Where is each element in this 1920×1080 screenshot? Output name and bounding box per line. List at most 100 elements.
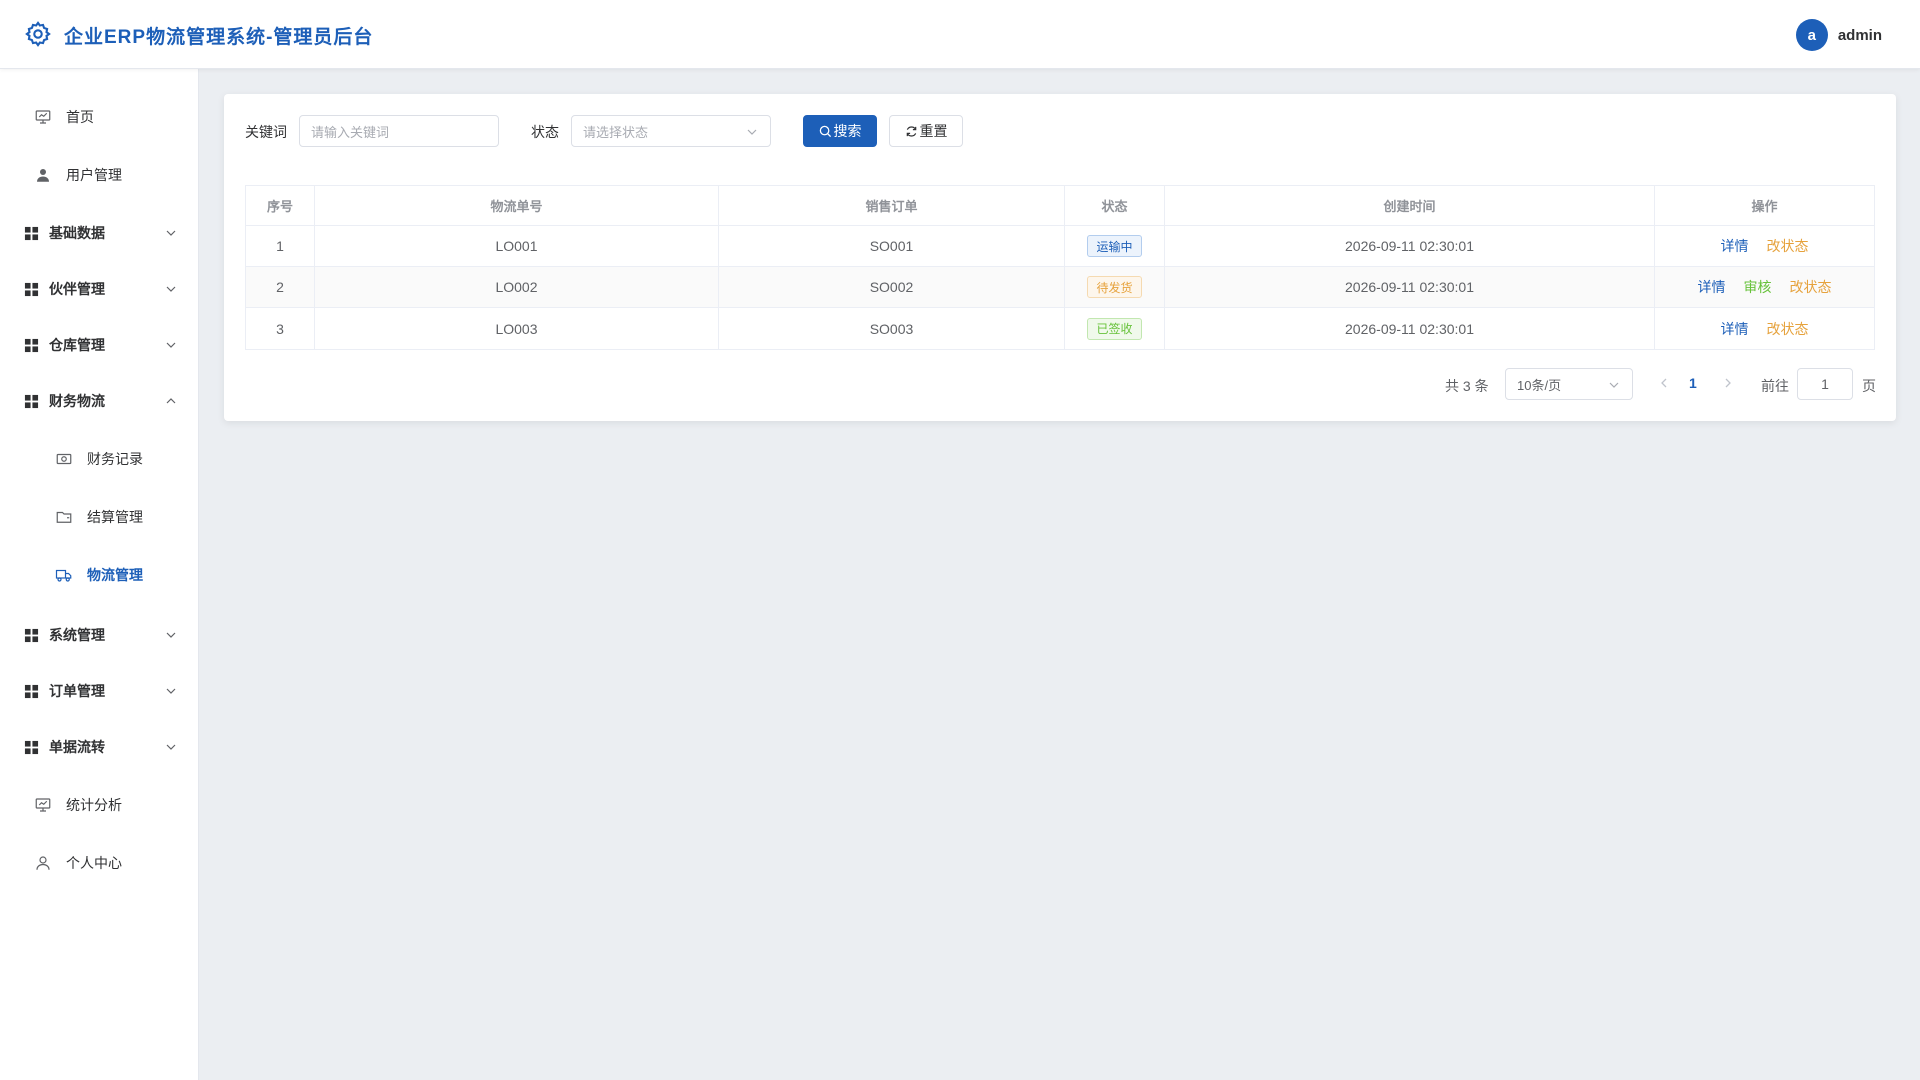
cell-status: 已签收 xyxy=(1065,308,1165,349)
sidebar-item-label: 财务物流 xyxy=(49,393,105,409)
sidebar-item-label: 用户管理 xyxy=(66,167,122,183)
grid-icon xyxy=(24,338,39,352)
cell-index: 1 xyxy=(246,226,315,266)
sidebar-group-doc-flow[interactable]: 单据流转 xyxy=(0,719,199,775)
search-button-label: 搜索 xyxy=(833,123,862,139)
sidebar-item-label: 基础数据 xyxy=(49,225,105,241)
sidebar-item-home[interactable]: 首页 xyxy=(0,89,199,145)
header-logistics-no: 物流单号 xyxy=(315,186,719,225)
sidebar: 首页 用户管理 基础数据 伙伴管理 仓库管理 财务物流 财务记录 结算管理 物流… xyxy=(0,69,199,1080)
change-status-link[interactable]: 改状态 xyxy=(1767,319,1809,339)
status-badge: 已签收 xyxy=(1087,317,1142,340)
gear-icon xyxy=(25,21,51,47)
grid-icon xyxy=(24,740,39,754)
grid-icon xyxy=(24,226,39,240)
search-button[interactable]: 搜索 xyxy=(803,115,877,147)
sidebar-item-label: 统计分析 xyxy=(66,797,122,813)
cell-created: 2026-09-11 02:30:01 xyxy=(1165,226,1655,266)
detail-link[interactable]: 详情 xyxy=(1721,319,1749,339)
prev-page-icon[interactable] xyxy=(1657,376,1671,390)
status-badge: 待发货 xyxy=(1087,276,1142,298)
grid-icon xyxy=(24,394,39,408)
sidebar-item-logistics[interactable]: 物流管理 xyxy=(0,547,199,603)
change-status-link[interactable]: 改状态 xyxy=(1790,277,1832,297)
detail-link[interactable]: 详情 xyxy=(1698,277,1726,297)
reset-button[interactable]: 重置 xyxy=(889,115,963,147)
app-title: 企业ERP物流管理系统-管理员后台 xyxy=(64,27,374,48)
user-menu[interactable]: a admin xyxy=(1795,19,1882,51)
header-created: 创建时间 xyxy=(1165,186,1655,225)
page-size-value: 10条/页 xyxy=(1517,377,1562,393)
chevron-down-icon xyxy=(166,286,176,292)
sidebar-group-partners[interactable]: 伙伴管理 xyxy=(0,261,199,317)
sidebar-item-label: 结算管理 xyxy=(87,509,143,525)
approve-link[interactable]: 审核 xyxy=(1744,277,1772,297)
sidebar-item-statistics[interactable]: 统计分析 xyxy=(0,777,199,833)
sidebar-group-orders[interactable]: 订单管理 xyxy=(0,663,199,719)
page-number-current[interactable]: 1 xyxy=(1689,375,1697,391)
cell-index: 3 xyxy=(246,308,315,349)
status-select[interactable]: 请选择状态 xyxy=(571,115,771,147)
status-badge: 运输中 xyxy=(1087,235,1142,257)
sidebar-group-base-data[interactable]: 基础数据 xyxy=(0,205,199,261)
chevron-up-icon xyxy=(166,398,176,404)
user-outline-icon xyxy=(36,856,50,870)
table-header-row: 序号 物流单号 销售订单 状态 创建时间 操作 xyxy=(246,186,1874,226)
cell-created: 2026-09-11 02:30:01 xyxy=(1165,267,1655,307)
sidebar-item-label: 财务记录 xyxy=(87,451,143,467)
search-icon xyxy=(819,125,831,137)
cell-status: 运输中 xyxy=(1065,226,1165,266)
avatar[interactable]: a xyxy=(1795,19,1828,51)
keyword-input[interactable]: 请输入关键词 xyxy=(299,115,499,147)
cell-status: 待发货 xyxy=(1065,267,1165,307)
sidebar-item-users[interactable]: 用户管理 xyxy=(0,147,199,203)
keyword-placeholder: 请输入关键词 xyxy=(311,124,390,140)
page-suffix: 页 xyxy=(1862,378,1876,394)
sidebar-item-profile[interactable]: 个人中心 xyxy=(0,835,199,891)
sidebar-item-label: 订单管理 xyxy=(49,683,105,699)
sidebar-item-settlement[interactable]: 结算管理 xyxy=(0,489,199,545)
cell-actions: 详情 改状态 xyxy=(1655,308,1874,349)
header-index: 序号 xyxy=(246,186,315,225)
reset-button-label: 重置 xyxy=(919,123,948,139)
header-sales-order: 销售订单 xyxy=(719,186,1065,225)
change-status-link[interactable]: 改状态 xyxy=(1767,236,1809,256)
user-name[interactable]: admin xyxy=(1838,27,1882,44)
cell-created: 2026-09-11 02:30:01 xyxy=(1165,308,1655,349)
cell-logistics-no: LO003 xyxy=(315,308,719,349)
cell-logistics-no: LO002 xyxy=(315,267,719,307)
chevron-down-icon xyxy=(1609,382,1619,388)
sidebar-item-label: 仓库管理 xyxy=(49,337,105,353)
detail-link[interactable]: 详情 xyxy=(1721,236,1749,256)
sidebar-item-label: 首页 xyxy=(66,109,94,125)
sidebar-item-label: 系统管理 xyxy=(49,627,105,643)
grid-icon xyxy=(24,282,39,296)
goto-page-input[interactable]: 1 xyxy=(1797,368,1853,400)
main-card: 关键词 请输入关键词 状态 请选择状态 搜索 重置 序号 物流单号 销售订单 状… xyxy=(224,94,1896,421)
chevron-down-icon xyxy=(166,342,176,348)
user-icon xyxy=(37,169,49,182)
chevron-down-icon xyxy=(166,632,176,638)
money-icon xyxy=(56,453,72,465)
cell-sales-order: SO001 xyxy=(719,226,1065,266)
page-size-select[interactable]: 10条/页 xyxy=(1505,368,1633,400)
sidebar-item-finance-records[interactable]: 财务记录 xyxy=(0,431,199,487)
goto-label: 前往 xyxy=(1761,378,1789,394)
next-page-icon[interactable] xyxy=(1721,376,1735,390)
chevron-down-icon xyxy=(166,688,176,694)
header-actions: 操作 xyxy=(1751,199,1778,214)
cell-sales-order: SO002 xyxy=(719,267,1065,307)
sidebar-item-label: 伙伴管理 xyxy=(49,281,105,297)
sidebar-group-system[interactable]: 系统管理 xyxy=(0,607,199,663)
chevron-down-icon xyxy=(166,744,176,750)
sidebar-item-label: 单据流转 xyxy=(49,739,105,755)
sidebar-group-finance-logistics[interactable]: 财务物流 xyxy=(0,373,199,429)
sidebar-group-warehouse[interactable]: 仓库管理 xyxy=(0,317,199,373)
table-row: 1 LO001 SO001 运输中 2026-09-11 02:30:01 详情… xyxy=(246,226,1874,267)
refresh-icon xyxy=(906,125,916,137)
sidebar-item-label: 个人中心 xyxy=(66,855,122,871)
header-status: 状态 xyxy=(1065,186,1165,225)
grid-icon xyxy=(24,684,39,698)
status-label: 状态 xyxy=(531,124,559,140)
keyword-label: 关键词 xyxy=(245,124,287,140)
